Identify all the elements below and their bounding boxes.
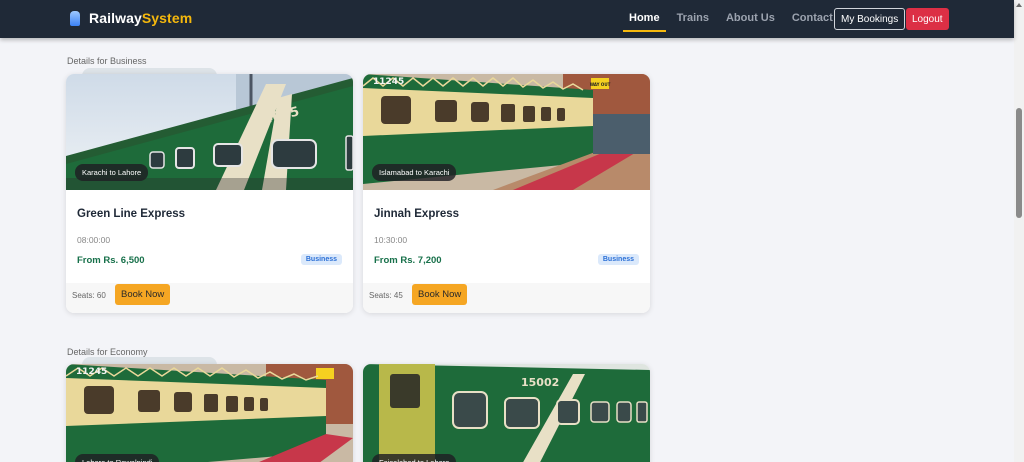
- train-number-text: 15002: [521, 376, 559, 389]
- navbar: RailwaySystem Home Trains About Us Conta…: [0, 0, 1014, 38]
- train-number-text: 11245: [76, 367, 107, 377]
- nav-links: Home Trains About Us Contact: [623, 8, 844, 32]
- scrollbar-thumb[interactable]: [1016, 108, 1022, 218]
- brand-name: RailwaySystem: [89, 10, 192, 26]
- brand-name-part2: System: [141, 10, 193, 26]
- section-title-economy: Details for Economy: [67, 347, 148, 357]
- scroll-up-arrow-icon[interactable]: [1016, 3, 1022, 7]
- nav-home-link[interactable]: Home: [623, 8, 666, 32]
- train-image: 11245 Lahore to Rawalpindi: [66, 364, 353, 462]
- card-footer: Seats: 60 Book Now: [66, 283, 353, 313]
- train-card: WAY OUT 11245 Islamabad to Karachi Jinna…: [363, 74, 650, 313]
- nav-trains-link[interactable]: Trains: [671, 8, 715, 28]
- book-now-button[interactable]: Book Now: [412, 284, 468, 305]
- brand-name-part1: Railway: [89, 10, 142, 26]
- book-now-button[interactable]: Book Now: [115, 284, 171, 305]
- price-text: From Rs. 6,500: [77, 255, 145, 266]
- train-icon: [70, 10, 80, 26]
- train-number-text: 11245: [373, 77, 404, 87]
- train-card: 14015 Karachi to Lahore Green Line Expre…: [66, 74, 353, 313]
- brand-logo[interactable]: RailwaySystem: [70, 10, 192, 26]
- train-card: 11245 Lahore to Rawalpindi: [66, 364, 353, 462]
- seats-count: Seats: 60: [72, 291, 106, 300]
- route-badge: Lahore to Rawalpindi: [75, 454, 160, 462]
- card-footer: Seats: 45 Book Now: [363, 283, 650, 313]
- way-out-sign-text: WAY OUT: [590, 82, 611, 87]
- section-title-business: Details for Business: [67, 56, 147, 66]
- train-name: Jinnah Express: [374, 208, 460, 220]
- route-badge: Karachi to Lahore: [75, 164, 149, 181]
- train-image: WAY OUT 11245 Islamabad to Karachi: [363, 74, 650, 190]
- nav-contact-link[interactable]: Contact: [786, 8, 839, 28]
- train-card: 15002 Faisalabad to Lahore: [363, 364, 650, 462]
- nav-about-link[interactable]: About Us: [720, 8, 781, 28]
- route-badge: Islamabad to Karachi: [372, 164, 457, 181]
- seats-count: Seats: 45: [369, 291, 403, 300]
- departure-time: 08:00:00: [77, 235, 111, 245]
- page-scrollbar[interactable]: [1014, 0, 1024, 462]
- my-bookings-button[interactable]: My Bookings: [834, 8, 906, 30]
- class-badge: Business: [597, 254, 639, 265]
- train-image: 15002 Faisalabad to Lahore: [363, 364, 650, 462]
- class-badge: Business: [300, 254, 342, 265]
- route-badge: Faisalabad to Lahore: [372, 454, 457, 462]
- logout-button[interactable]: Logout: [906, 8, 949, 30]
- departure-time: 10:30:00: [374, 235, 408, 245]
- price-text: From Rs. 7,200: [374, 255, 442, 266]
- train-image: 14015 Karachi to Lahore: [66, 74, 353, 190]
- train-name: Green Line Express: [77, 208, 186, 220]
